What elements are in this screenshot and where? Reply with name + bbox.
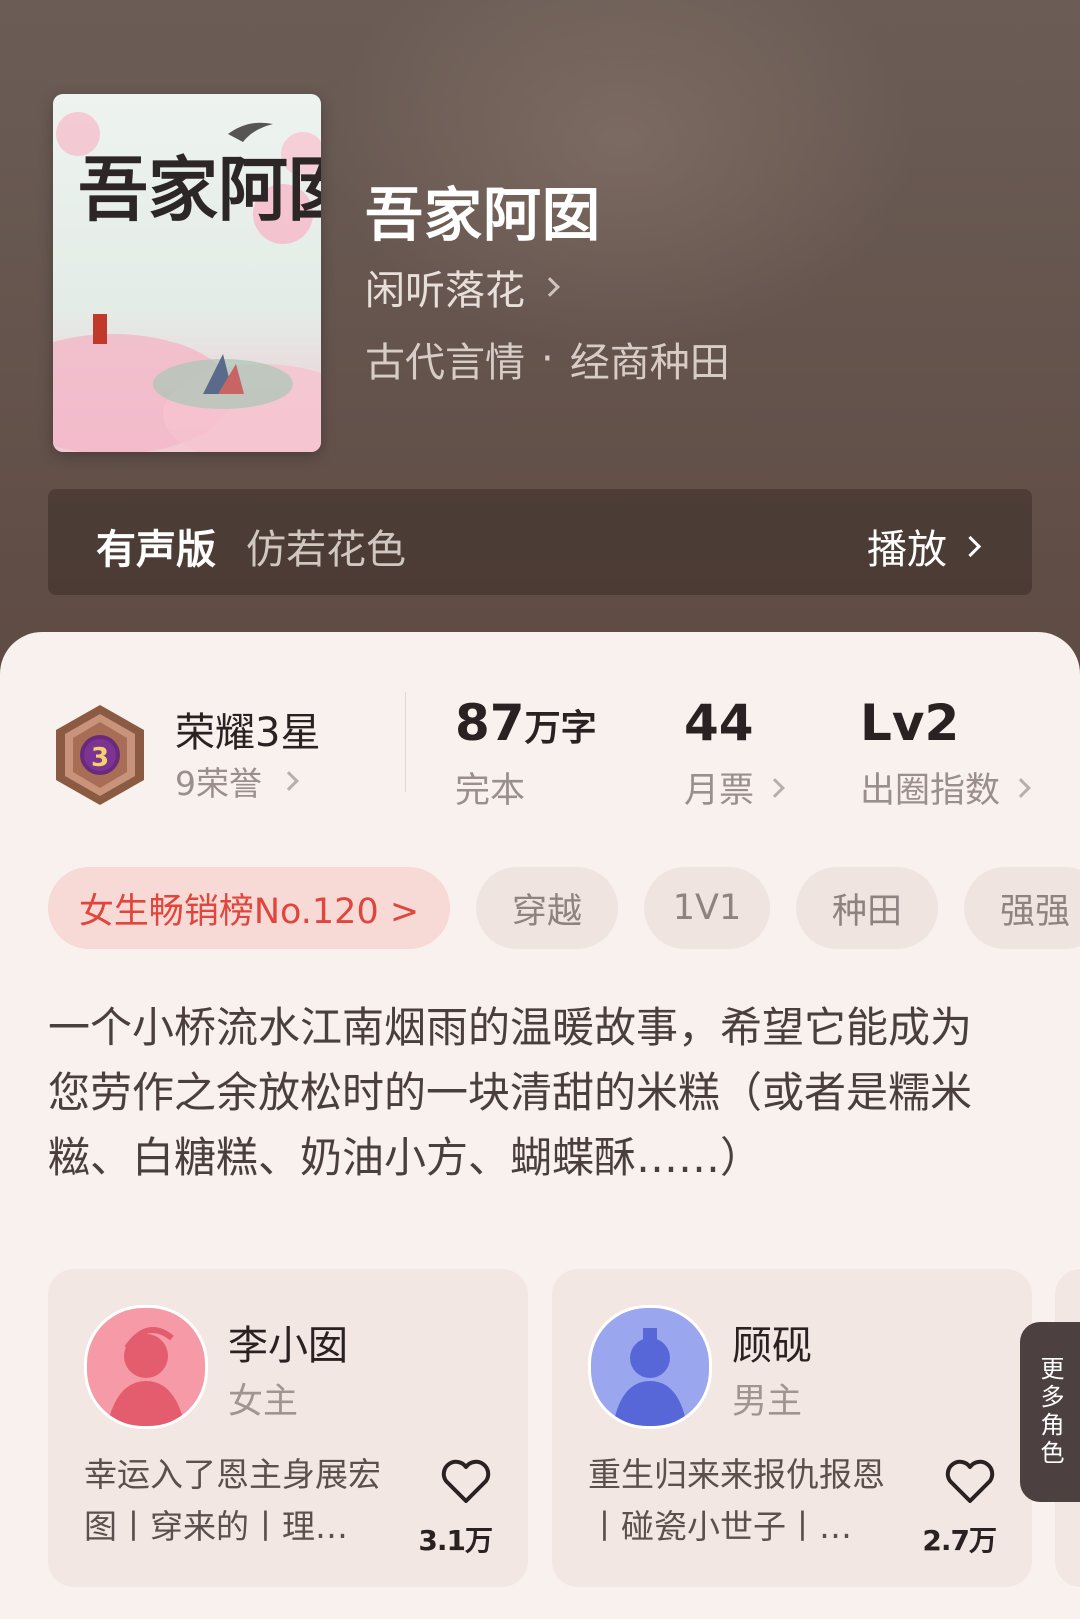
genre-primary: 古代言情 xyxy=(365,340,525,386)
audio-subtitle: 仿若花色 xyxy=(246,527,406,573)
tag-chip[interactable]: 强强 xyxy=(964,867,1080,949)
tag-chip[interactable]: 穿越 xyxy=(476,867,618,949)
more-roles-label: 更多角色 xyxy=(1036,1356,1064,1468)
character-role: 男主 xyxy=(732,1382,803,1422)
play-label: 播放 xyxy=(867,527,947,573)
status-label: 完本 xyxy=(455,771,526,811)
popularity-index-link[interactable]: 出圈指数 xyxy=(860,762,1031,813)
heart-icon[interactable] xyxy=(440,1457,492,1505)
honor-title: 荣耀3星 xyxy=(175,710,321,756)
honor-count: 9荣誉 xyxy=(175,764,262,803)
monthly-votes-link[interactable]: 月票 xyxy=(684,762,785,813)
monthly-votes-label: 月票 xyxy=(684,771,755,811)
word-count-unit: 万字 xyxy=(524,708,597,749)
chevron-right-icon xyxy=(765,777,785,798)
character-avatar xyxy=(588,1305,712,1429)
character-role: 女主 xyxy=(228,1382,299,1422)
character-avatar xyxy=(84,1305,208,1429)
chevron-right-icon xyxy=(1011,777,1031,798)
popularity-level: Lv2 xyxy=(860,694,960,752)
cover-title-text: 吾家阿囡 xyxy=(78,148,321,231)
monthly-votes-count: 44 xyxy=(684,694,754,752)
like-count: 2.7万 xyxy=(922,1524,997,1557)
character-description: 幸运入了恩主身展宏图丨穿来的丨理… xyxy=(84,1455,381,1546)
book-cover-image[interactable]: 吾家阿囡 xyxy=(53,94,321,452)
chevron-right-icon xyxy=(959,535,982,557)
more-roles-button[interactable]: 更多角色 xyxy=(1020,1322,1080,1502)
character-name: 李小囡 xyxy=(228,1323,348,1369)
heart-icon[interactable] xyxy=(944,1457,996,1505)
play-button[interactable]: 播放 xyxy=(867,517,982,575)
like-count: 3.1万 xyxy=(418,1524,493,1557)
character-card[interactable]: 李小囡 女主 幸运入了恩主身展宏图丨穿来的丨理… 3.1万 xyxy=(48,1269,528,1587)
tag-chip[interactable]: 种田 xyxy=(796,867,938,949)
divider xyxy=(405,692,406,792)
badge-number: 3 xyxy=(91,743,109,773)
popularity-index-label: 出圈指数 xyxy=(860,771,1001,811)
rank-tag[interactable]: 女生畅销榜No.120 > xyxy=(48,867,450,949)
character-card[interactable]: 顾砚 男主 重生归来来报仇报恩丨碰瓷小世子丨… 2.7万 xyxy=(552,1269,1032,1587)
author-link[interactable]: 闲听落花 xyxy=(365,258,560,316)
book-description[interactable]: 一个小桥流水江南烟雨的温暖故事，希望它能成为您劳作之余放松时的一块清甜的米糕（或… xyxy=(48,995,1008,1190)
genre-separator: · xyxy=(541,336,554,382)
tag-chip[interactable]: 1V1 xyxy=(644,867,770,949)
book-genre: 古代言情 · 经商种田 xyxy=(365,330,730,388)
word-count-number: 87 xyxy=(455,694,525,752)
word-count: 87万字 xyxy=(455,694,597,752)
genre-secondary: 经商种田 xyxy=(569,340,730,386)
audio-version-bar[interactable]: 有声版 仿若花色 播放 xyxy=(48,489,1032,595)
character-description: 重生归来来报仇报恩丨碰瓷小世子丨… xyxy=(588,1455,885,1546)
honor-link[interactable]: 9荣誉 xyxy=(175,757,299,805)
honor-badge-icon[interactable]: 3 xyxy=(50,700,150,814)
chevron-right-icon xyxy=(279,771,299,791)
audio-label: 有声版 xyxy=(96,527,216,573)
chevron-right-icon xyxy=(540,277,560,297)
book-title: 吾家阿囡 xyxy=(365,181,602,249)
character-name: 顾砚 xyxy=(732,1323,812,1369)
author-name: 闲听落花 xyxy=(365,268,525,314)
